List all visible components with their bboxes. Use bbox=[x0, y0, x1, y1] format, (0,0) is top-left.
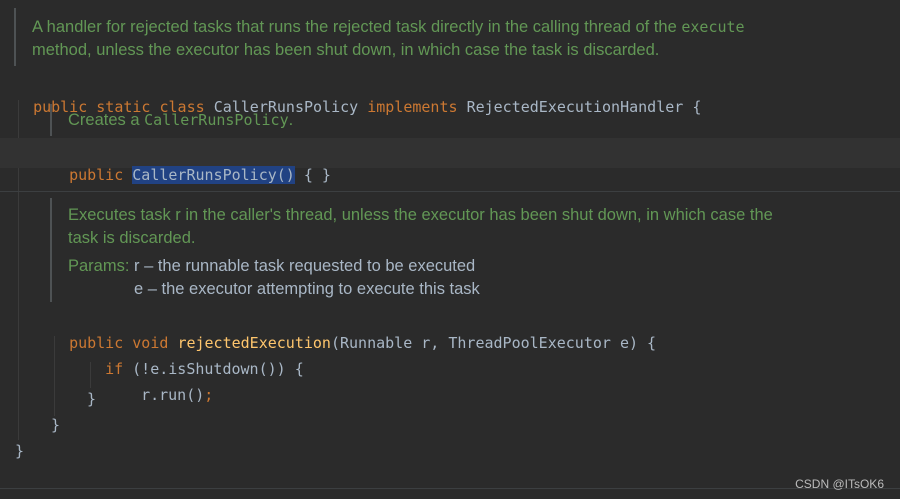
params-label: Params: bbox=[68, 257, 130, 275]
class-doc-code-execute: execute bbox=[681, 18, 745, 36]
class-open-brace: { bbox=[692, 98, 702, 116]
bottom-separator bbox=[0, 488, 900, 489]
method-doc: Executes task r in the caller's thread, … bbox=[68, 204, 773, 301]
watermark: CSDN @ITsOK6 bbox=[795, 477, 884, 491]
if-close-brace: } bbox=[87, 390, 97, 408]
method-separator bbox=[0, 191, 900, 192]
class-doc-bar bbox=[14, 8, 16, 66]
method-doc-param-r: Params: r – the runnable task requested t… bbox=[68, 255, 773, 278]
method-close-brace: } bbox=[51, 416, 61, 434]
run-call-expr[interactable]: r.run() bbox=[141, 386, 204, 404]
keyword-public: public bbox=[69, 166, 124, 184]
keyword-if: if bbox=[105, 360, 124, 378]
interface-name[interactable]: RejectedExecutionHandler bbox=[467, 98, 684, 116]
method-doc-bar bbox=[50, 198, 52, 302]
indent-guide-method bbox=[54, 336, 55, 416]
if-statement: if (!e.isShutdown()) { bbox=[87, 336, 304, 378]
semicolon: ; bbox=[204, 386, 214, 404]
method-params: (Runnable r, ThreadPoolExecutor e) { bbox=[330, 334, 657, 352]
method-doc-line-2: task is discarded. bbox=[68, 229, 196, 247]
class-doc: A handler for rejected tasks that runs t… bbox=[32, 16, 745, 62]
class-doc-line-2: method, unless the executor has been shu… bbox=[32, 41, 660, 59]
method-doc-param-e: e – the executor attempting to execute t… bbox=[134, 280, 480, 298]
ctor-doc: Creates a CallerRunsPolicy. bbox=[68, 111, 294, 129]
class-doc-line-1: A handler for rejected tasks that runs t… bbox=[32, 18, 745, 36]
constructor-body: { } bbox=[303, 166, 331, 184]
ctor-doc-code: CallerRunsPolicy bbox=[144, 111, 289, 129]
constructor-name-selected[interactable]: CallerRunsPolicy() bbox=[132, 166, 295, 184]
keyword-implements: implements bbox=[367, 98, 458, 116]
method-declaration: public void rejectedExecution(Runnable r… bbox=[51, 310, 656, 352]
class-declaration: public static class CallerRunsPolicy imp… bbox=[15, 74, 701, 116]
constructor-declaration: public CallerRunsPolicy() { } bbox=[51, 142, 331, 184]
class-close-brace: } bbox=[15, 442, 25, 460]
run-call: r.run(); bbox=[123, 362, 213, 404]
ctor-doc-bar bbox=[50, 104, 52, 136]
method-doc-line-1: Executes task r in the caller's thread, … bbox=[68, 206, 773, 224]
